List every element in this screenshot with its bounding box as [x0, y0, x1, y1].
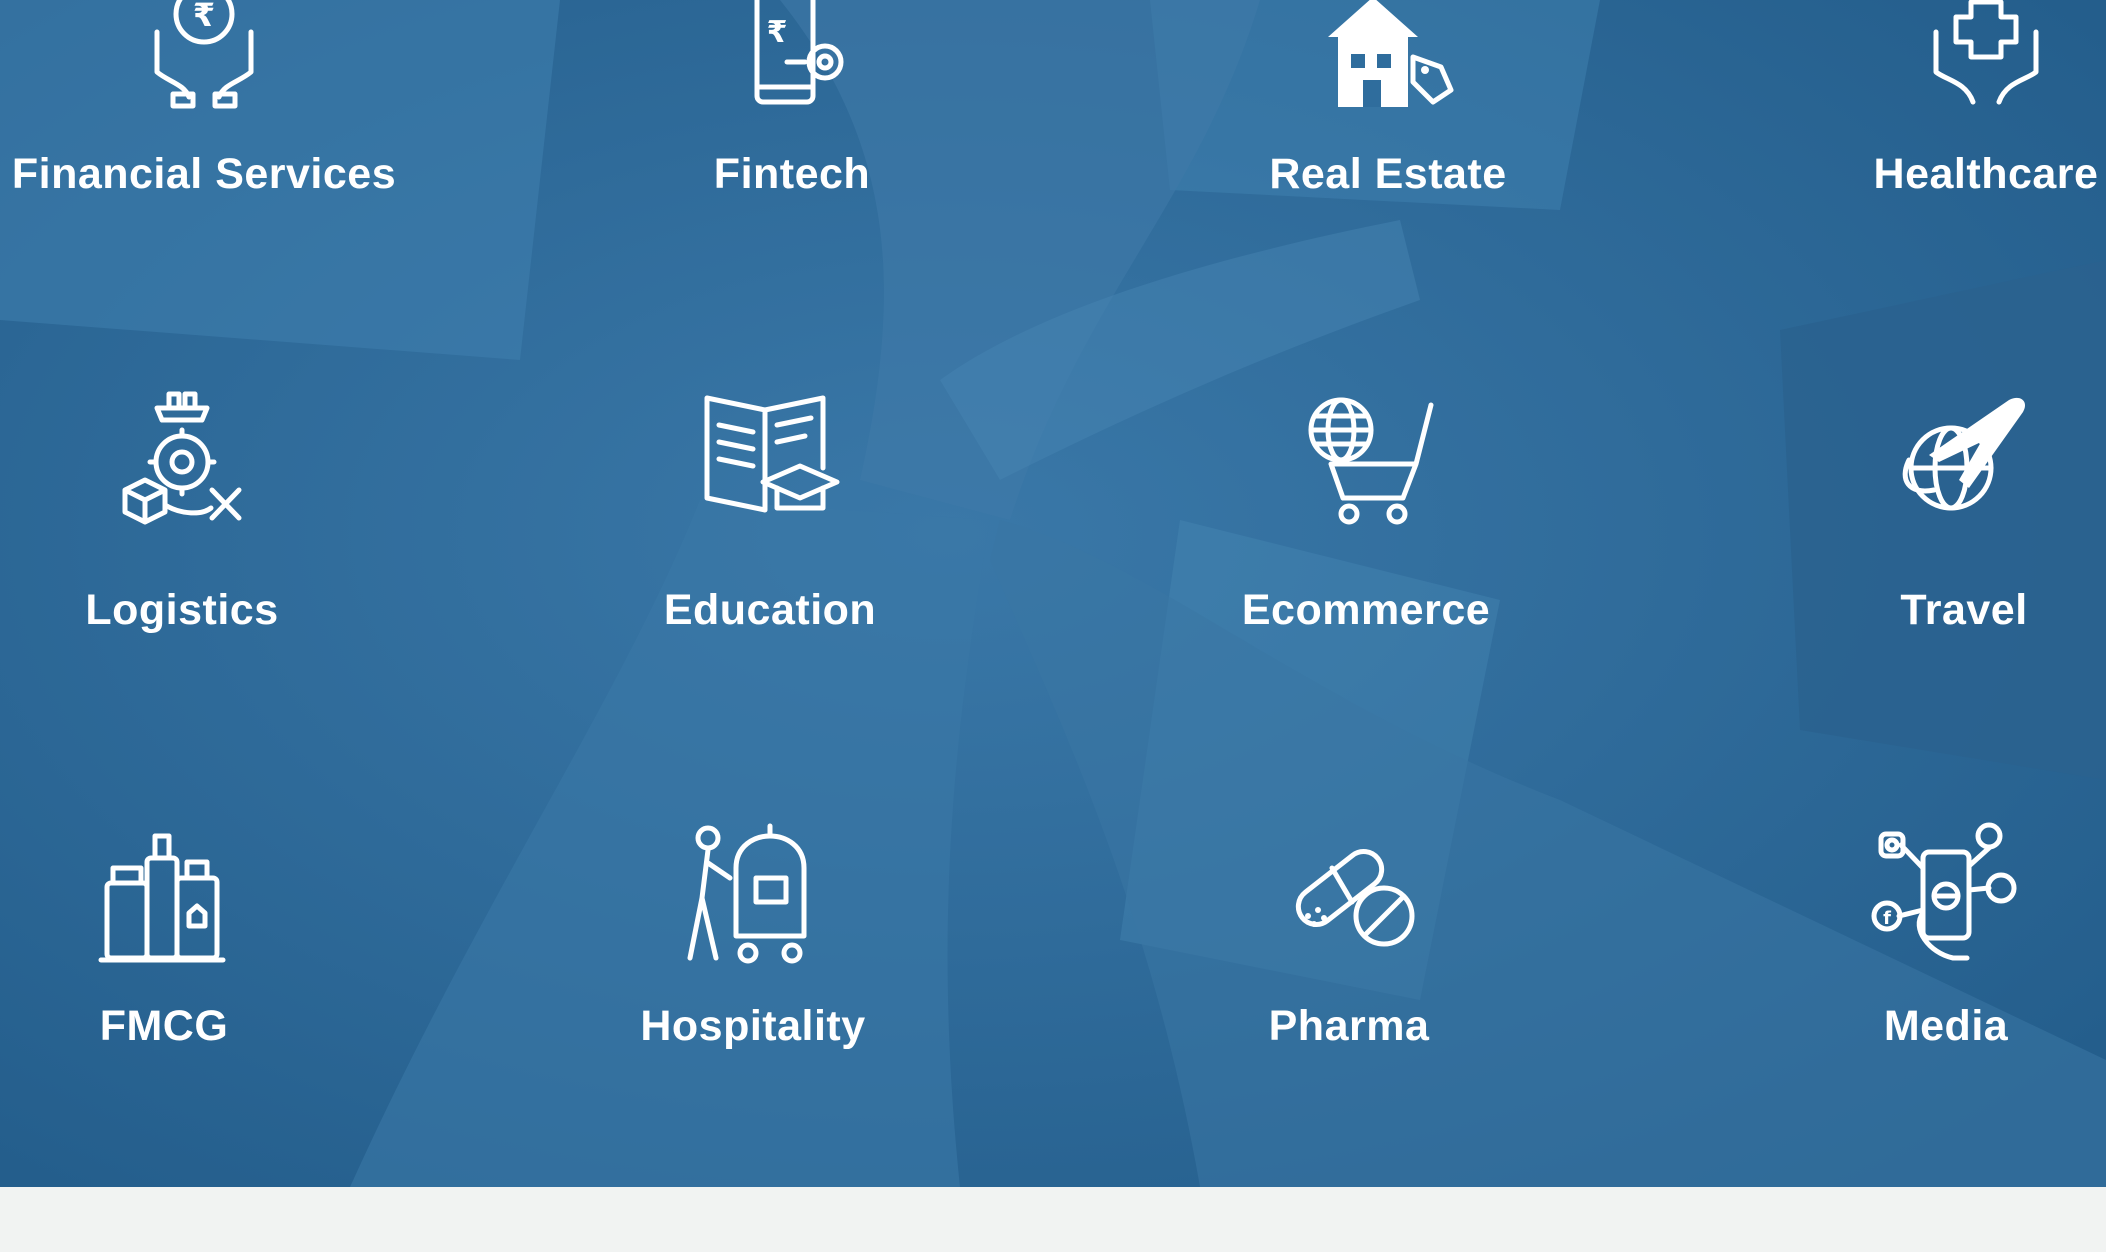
footer-strip — [0, 1187, 2106, 1252]
svg-text:₹: ₹ — [767, 15, 788, 50]
industry-label: Travel — [1900, 586, 2028, 634]
industry-tile-healthcare[interactable]: Healthcare — [1706, 0, 2106, 198]
rupee-hands-icon: ₹ — [129, 0, 279, 112]
industry-tile-education[interactable]: Education — [490, 380, 1050, 660]
pills-capsule-icon — [1274, 818, 1424, 968]
industry-tile-fmcg[interactable]: FMCG — [0, 818, 444, 1098]
industry-tile-fintech[interactable]: ₹ Fintech — [512, 0, 1072, 198]
bellhop-cart-icon — [678, 818, 828, 968]
industry-label: Hospitality — [640, 1002, 866, 1050]
industry-tile-real-estate[interactable]: Real Estate — [1108, 0, 1668, 198]
book-graduation-cap-icon — [695, 380, 845, 530]
industry-label: Real Estate — [1269, 150, 1507, 198]
industry-tile-hospitality[interactable]: Hospitality — [473, 818, 1033, 1098]
industry-label: Pharma — [1268, 1002, 1430, 1050]
industry-label: Logistics — [85, 586, 279, 634]
industry-label: Education — [663, 586, 877, 634]
industry-tile-logistics[interactable]: Logistics — [0, 380, 462, 660]
globe-cart-icon — [1291, 380, 1441, 530]
industry-label: Healthcare — [1873, 150, 2099, 198]
industry-label: Media — [1883, 1002, 2009, 1050]
industry-label: Fintech — [713, 150, 871, 198]
logistics-gear-icon — [107, 380, 257, 530]
svg-text:₹: ₹ — [193, 0, 215, 34]
globe-airplane-icon — [1889, 380, 2039, 530]
house-tag-icon — [1313, 0, 1463, 112]
industry-tile-ecommerce[interactable]: Ecommerce — [1086, 380, 1646, 660]
social-media-phone-icon: f — [1871, 818, 2021, 968]
industry-label: Financial Services — [11, 150, 397, 198]
svg-text:f: f — [1883, 908, 1891, 929]
products-bottles-icon — [89, 818, 239, 968]
industries-section: ₹ Financial Services ₹ Fintech Real Esta… — [0, 0, 2106, 1187]
industry-tile-media[interactable]: f Media — [1666, 818, 2106, 1098]
industry-tile-travel[interactable]: Travel — [1684, 380, 2106, 660]
industry-tile-pharma[interactable]: Pharma — [1069, 818, 1629, 1098]
industry-label: FMCG — [99, 1002, 229, 1050]
industry-label: Ecommerce — [1241, 586, 1491, 634]
industry-tile-financial-services[interactable]: ₹ Financial Services — [0, 0, 484, 198]
fintech-phone-gear-icon: ₹ — [717, 0, 867, 112]
healthcare-hands-icon — [1911, 0, 2061, 112]
